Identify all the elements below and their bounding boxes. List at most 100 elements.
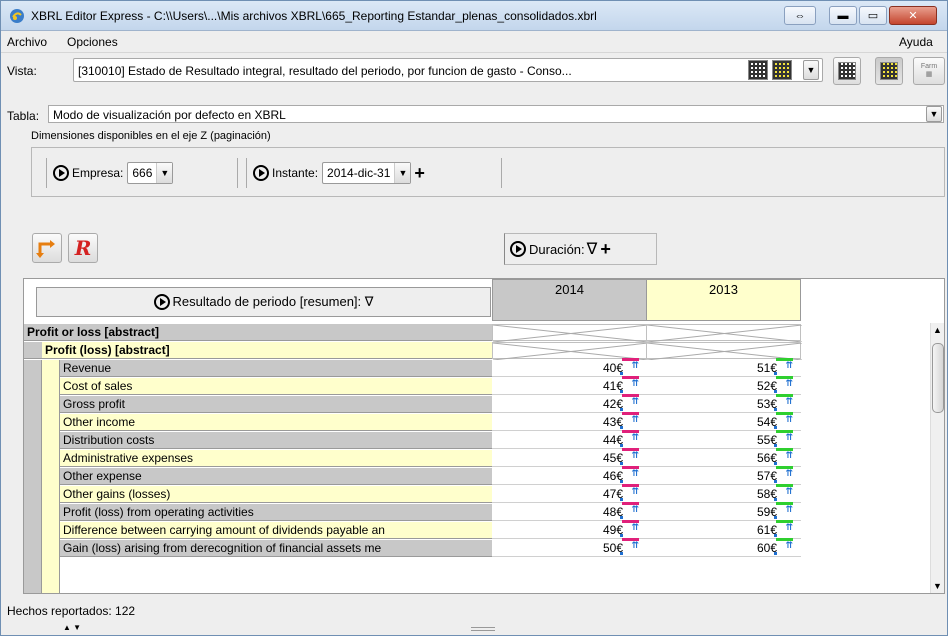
menu-ayuda[interactable]: Ayuda xyxy=(899,35,933,49)
fact-arrows-icon[interactable]: ⇈ xyxy=(785,396,793,407)
table-row[interactable]: Other expense xyxy=(60,468,492,485)
value-cell[interactable]: 41€ ⇈ xyxy=(492,376,647,395)
table-row[interactable]: Administrative expenses xyxy=(60,450,492,467)
close-button[interactable]: ✕ xyxy=(889,6,937,25)
menu-opciones[interactable]: Opciones xyxy=(67,35,118,49)
fact-arrows-icon[interactable]: ⇈ xyxy=(785,486,793,497)
vista-select[interactable]: [310010] Estado de Resultado integral, r… xyxy=(73,58,823,82)
fact-arrows-icon[interactable]: ⇈ xyxy=(631,432,639,443)
fact-dot-icon xyxy=(774,480,777,483)
value-cell[interactable]: 54€ ⇈ xyxy=(646,412,801,431)
value-cell[interactable]: 46€ ⇈ xyxy=(492,466,647,485)
fact-arrows-icon[interactable]: ⇈ xyxy=(631,414,639,425)
splitter-arrows-icon[interactable]: ▲ ▼ xyxy=(63,623,81,632)
fact-arrows-icon[interactable]: ⇈ xyxy=(631,396,639,407)
value-cell[interactable]: 58€ ⇈ xyxy=(646,484,801,503)
splitter-handle[interactable] xyxy=(471,627,495,631)
value-cell[interactable]: 40€ ⇈ xyxy=(492,358,647,377)
fact-arrows-icon[interactable]: ⇈ xyxy=(785,414,793,425)
value-cell[interactable]: 50€ ⇈ xyxy=(492,538,647,557)
scroll-down-icon[interactable]: ▼ xyxy=(933,581,942,591)
fact-arrows-icon[interactable]: ⇈ xyxy=(631,378,639,389)
value-cell[interactable]: 55€ ⇈ xyxy=(646,430,801,449)
table-row[interactable]: Distribution costs xyxy=(60,432,492,449)
value-cell[interactable]: 42€ ⇈ xyxy=(492,394,647,413)
column-header-2013[interactable]: 2013 xyxy=(646,279,801,321)
fact-arrows-icon[interactable]: ⇈ xyxy=(631,468,639,479)
fact-arrows-icon[interactable]: ⇈ xyxy=(631,486,639,497)
scroll-up-icon[interactable]: ▲ xyxy=(933,325,942,335)
menu-archivo[interactable]: Archivo xyxy=(7,35,47,49)
grid-view-button[interactable] xyxy=(833,57,861,85)
fact-dot-icon xyxy=(774,372,777,375)
row-label: Distribution costs xyxy=(63,433,155,447)
table-row[interactable]: Difference between carrying amount of di… xyxy=(60,522,492,539)
fact-dot-icon xyxy=(620,534,623,537)
empresa-select[interactable]: 666 ▼ xyxy=(127,162,174,184)
fact-arrows-icon[interactable]: ⇈ xyxy=(785,522,793,533)
fact-arrows-icon[interactable]: ⇈ xyxy=(785,540,793,551)
chevron-down-icon[interactable]: ▼ xyxy=(803,60,819,80)
table-row[interactable]: Gross profit xyxy=(60,396,492,413)
value-cell[interactable]: 48€ ⇈ xyxy=(492,502,647,521)
value-cell[interactable]: 49€ ⇈ xyxy=(492,520,647,539)
value-cell[interactable]: 47€ ⇈ xyxy=(492,484,647,503)
value-cell[interactable]: 57€ ⇈ xyxy=(646,466,801,485)
tabla-chevron-down-icon[interactable]: ▼ xyxy=(926,106,942,122)
maximize-button[interactable]: ▭ xyxy=(859,6,887,25)
column-header-2014[interactable]: 2014 xyxy=(492,279,647,321)
value-cell[interactable]: 59€ ⇈ xyxy=(646,502,801,521)
value-cell[interactable]: 45€ ⇈ xyxy=(492,448,647,467)
table-row[interactable]: Other income xyxy=(60,414,492,431)
vertical-scrollbar[interactable]: ▲ ▼ xyxy=(930,323,944,593)
table-row[interactable]: Revenue xyxy=(60,360,492,377)
fact-arrows-icon[interactable]: ⇈ xyxy=(631,504,639,515)
farm-icon: Farm ▦ xyxy=(920,63,938,78)
minimize-button[interactable]: ▬ xyxy=(829,6,857,25)
grid-yellow-icon xyxy=(880,62,898,80)
highlight-grid-button[interactable] xyxy=(875,57,903,85)
value-cell[interactable]: 51€ ⇈ xyxy=(646,358,801,377)
fact-arrows-icon[interactable]: ⇈ xyxy=(631,360,639,371)
table-row[interactable]: Gain (loss) arising from derecognition o… xyxy=(60,540,492,557)
abstract-row-profit-loss[interactable]: Profit (loss) [abstract] xyxy=(42,342,492,359)
fact-arrows-icon[interactable]: ⇈ xyxy=(631,450,639,461)
add-dimension-button[interactable]: + xyxy=(414,163,425,184)
abstract-row-profit-or-loss[interactable]: Profit or loss [abstract] xyxy=(24,324,492,341)
add-duracion-button[interactable]: + xyxy=(600,239,611,260)
expand-circle-icon[interactable] xyxy=(253,165,269,181)
table-row[interactable]: Other gains (losses) xyxy=(60,486,492,503)
expand-circle-icon[interactable] xyxy=(510,241,526,257)
expand-circle-icon[interactable] xyxy=(153,294,170,310)
fact-arrows-icon[interactable]: ⇈ xyxy=(785,450,793,461)
table-row[interactable]: Cost of sales xyxy=(60,378,492,395)
table-row[interactable]: Profit (loss) from operating activities xyxy=(60,504,492,521)
fact-arrows-icon[interactable]: ⇈ xyxy=(785,432,793,443)
value-cell[interactable]: 53€ ⇈ xyxy=(646,394,801,413)
farm-button[interactable]: Farm ▦ xyxy=(913,57,945,85)
chevron-down-icon[interactable]: ▼ xyxy=(394,163,411,183)
fact-arrows-icon[interactable]: ⇈ xyxy=(785,504,793,515)
filter-icon[interactable]: ∇ xyxy=(587,239,598,259)
swap-axes-button[interactable] xyxy=(32,233,62,263)
value-cell[interactable]: 61€ ⇈ xyxy=(646,520,801,539)
fact-arrows-icon[interactable]: ⇈ xyxy=(785,468,793,479)
scroll-thumb[interactable] xyxy=(932,343,944,413)
resize-toggle-button[interactable]: ⇔ xyxy=(784,6,816,25)
expand-circle-icon[interactable] xyxy=(53,165,69,181)
cross-icon xyxy=(492,324,649,343)
value-cell[interactable]: 60€ ⇈ xyxy=(646,538,801,557)
fact-arrows-icon[interactable]: ⇈ xyxy=(631,540,639,551)
r-button[interactable]: R xyxy=(68,233,98,263)
value-cell[interactable]: 56€ ⇈ xyxy=(646,448,801,467)
tabla-select[interactable]: Modo de visualización por defecto en XBR… xyxy=(48,105,944,123)
column-header-label: 2014 xyxy=(555,282,584,297)
chevron-down-icon[interactable]: ▼ xyxy=(156,163,173,183)
value-cell[interactable]: 43€ ⇈ xyxy=(492,412,647,431)
fact-arrows-icon[interactable]: ⇈ xyxy=(785,360,793,371)
fact-arrows-icon[interactable]: ⇈ xyxy=(631,522,639,533)
fact-arrows-icon[interactable]: ⇈ xyxy=(785,378,793,389)
instante-select[interactable]: 2014-dic-31 ▼ xyxy=(322,162,412,184)
value-cell[interactable]: 52€ ⇈ xyxy=(646,376,801,395)
value-cell[interactable]: 44€ ⇈ xyxy=(492,430,647,449)
